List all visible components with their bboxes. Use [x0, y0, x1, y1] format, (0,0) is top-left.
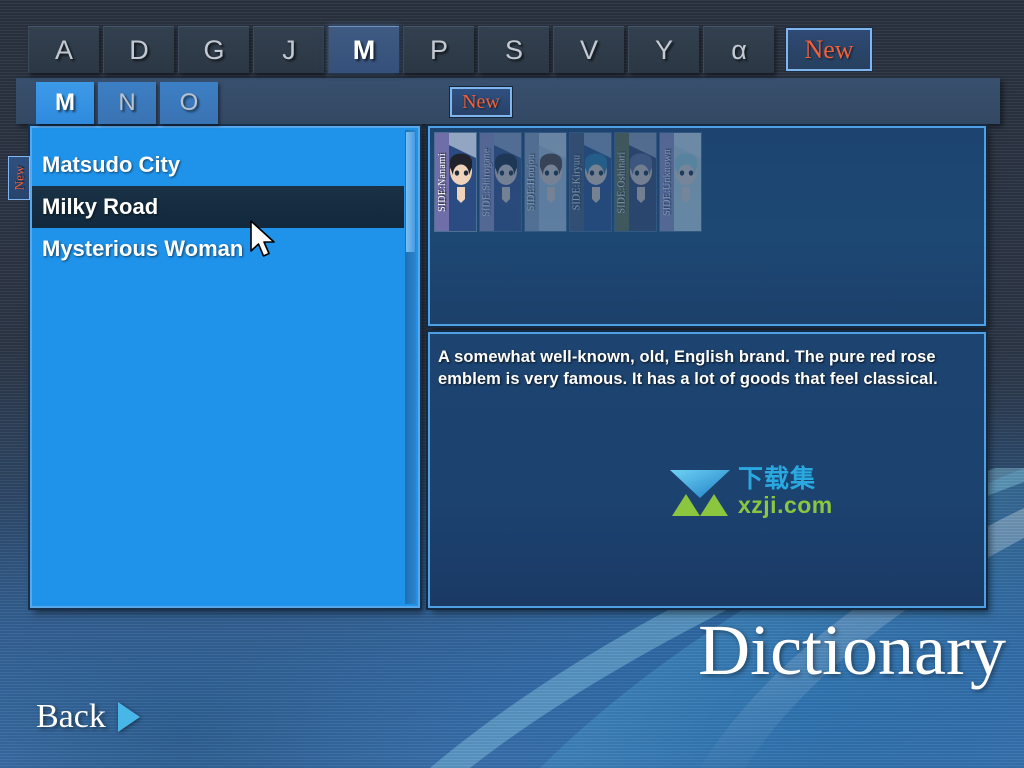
sub-tab-bar[interactable]: MNO: [36, 82, 218, 124]
arrow-right-icon: [117, 702, 140, 732]
route-label: SIDE:Shirogane: [481, 147, 493, 217]
letter-tab-d[interactable]: D: [103, 26, 174, 73]
sub-tab-o[interactable]: O: [160, 82, 218, 124]
watermark-cn: 下载集: [738, 465, 817, 493]
route-thumbnail[interactable]: SIDE:Oshinari: [614, 132, 657, 232]
route-label-wrap: SIDE:Unknown: [660, 133, 674, 231]
entry-list[interactable]: Matsudo City Milky Road Mysterious Woman: [32, 128, 404, 606]
letter-new-button[interactable]: New: [785, 27, 873, 72]
route-label-wrap: SIDE:Shirogane: [480, 133, 494, 231]
letter-tab-α[interactable]: α: [703, 26, 774, 73]
letter-tab-g[interactable]: G: [178, 26, 249, 73]
route-label-wrap: SIDE:Kiryuu: [570, 133, 584, 231]
sub-tab-n[interactable]: N: [98, 82, 156, 124]
route-thumbnail[interactable]: SIDE:Houjou: [524, 132, 567, 232]
watermark-url: xzji.com: [738, 492, 833, 518]
route-label: SIDE:Nanami: [436, 152, 448, 212]
route-label-wrap: SIDE:Houjou: [525, 133, 539, 231]
list-item[interactable]: Matsudo City: [32, 144, 404, 186]
route-thumbnail[interactable]: SIDE:Nanami: [434, 132, 477, 232]
route-thumbnail[interactable]: SIDE:Unknown: [659, 132, 702, 232]
watermark: 下载集 xzji.com: [668, 464, 833, 520]
letter-tab-p[interactable]: P: [403, 26, 474, 73]
letter-tab-j[interactable]: J: [253, 26, 324, 73]
page-title: Dictionary: [698, 610, 1006, 690]
letter-tab-m[interactable]: M: [328, 26, 399, 73]
entry-list-panel[interactable]: Matsudo City Milky Road Mysterious Woman: [30, 126, 420, 608]
sub-new-badge: New: [449, 86, 513, 118]
route-label-wrap: SIDE:Nanami: [435, 133, 449, 231]
list-item[interactable]: Milky Road: [32, 186, 404, 228]
letter-tab-s[interactable]: S: [478, 26, 549, 73]
route-thumbnails-panel: SIDE:Nanami SIDE:Shirogane SIDE:Houjou SIDE…: [428, 126, 986, 326]
scrollbar-thumb[interactable]: [406, 132, 415, 252]
watermark-text: 下载集 xzji.com: [738, 467, 833, 517]
back-button-label: Back: [36, 698, 106, 735]
route-label-wrap: SIDE:Oshinari: [615, 133, 629, 231]
side-new-label: New: [11, 165, 27, 191]
letter-tab-a[interactable]: A: [28, 26, 99, 73]
list-item[interactable]: Mysterious Woman: [32, 228, 404, 270]
route-label: SIDE:Kiryuu: [571, 154, 583, 210]
route-label: SIDE:Oshinari: [616, 150, 628, 214]
route-thumbnail-strip[interactable]: SIDE:Nanami SIDE:Shirogane SIDE:Houjou SIDE…: [434, 132, 702, 232]
side-new-badge: New: [8, 156, 30, 200]
back-button[interactable]: Back: [36, 698, 140, 736]
entry-list-scrollbar[interactable]: [405, 130, 416, 604]
route-thumbnail[interactable]: SIDE:Kiryuu: [569, 132, 612, 232]
letter-tab-y[interactable]: Y: [628, 26, 699, 73]
mouse-cursor-icon: [250, 220, 275, 257]
description-text: A somewhat well-known, old, English bran…: [438, 348, 938, 388]
route-label: SIDE:Unknown: [661, 148, 673, 216]
watermark-logo-icon: [670, 470, 730, 516]
route-label: SIDE:Houjou: [526, 153, 538, 211]
letter-tab-v[interactable]: V: [553, 26, 624, 73]
letter-tab-bar[interactable]: A D G J M P S V Yα New: [28, 26, 873, 73]
route-thumbnail[interactable]: SIDE:Shirogane: [479, 132, 522, 232]
sub-tab-m[interactable]: M: [36, 82, 94, 124]
letter-new-button-label: New: [785, 27, 873, 72]
